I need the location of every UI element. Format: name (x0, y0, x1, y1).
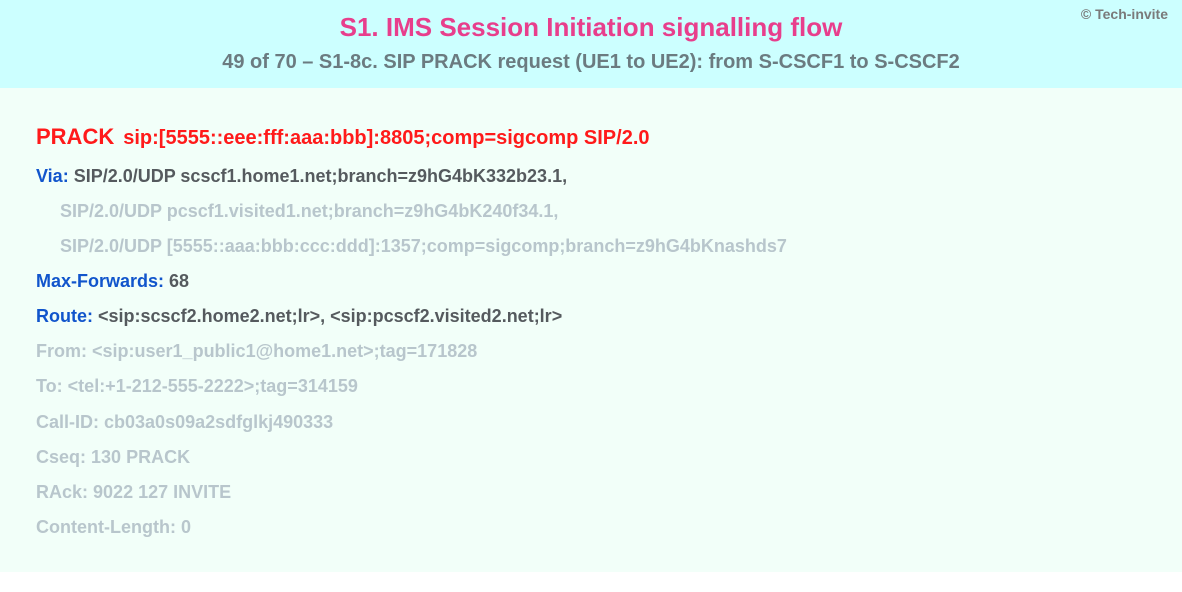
sip-method: PRACK (36, 124, 118, 149)
max-forwards-label: Max-Forwards: (36, 271, 164, 291)
route-label: Route: (36, 306, 93, 326)
page-subtitle: 49 of 70 – S1-8c. SIP PRACK request (UE1… (20, 51, 1162, 74)
via-value-1: SIP/2.0/UDP scscf1.home1.net;branch=z9hG… (74, 166, 567, 186)
content-length-line: Content-Length: 0 (36, 510, 1146, 545)
to-line: To: <tel:+1-212-555-2222>;tag=314159 (36, 369, 1146, 404)
route-line: Route: <sip:scscf2.home2.net;lr>, <sip:p… (36, 299, 1146, 334)
cseq-value: 130 PRACK (91, 447, 190, 467)
copyright-text: © Tech-invite (1081, 6, 1168, 22)
via-value-2: SIP/2.0/UDP pcscf1.visited1.net;branch=z… (60, 201, 558, 221)
content-length-value: 0 (181, 517, 191, 537)
from-value: <sip:user1_public1@home1.net>;tag=171828 (92, 341, 477, 361)
sip-message-body: PRACK sip:[5555::eee:fff:aaa:bbb]:8805;c… (0, 88, 1182, 572)
content-length-label: Content-Length: (36, 517, 176, 537)
request-line: PRACK sip:[5555::eee:fff:aaa:bbb]:8805;c… (36, 116, 1146, 159)
call-id-line: Call-ID: cb03a0s09a2sdfglkj490333 (36, 405, 1146, 440)
cseq-label: Cseq: (36, 447, 86, 467)
to-value: <tel:+1-212-555-2222>;tag=314159 (68, 376, 358, 396)
call-id-label: Call-ID: (36, 412, 99, 432)
route-value: <sip:scscf2.home2.net;lr>, <sip:pcscf2.v… (98, 306, 562, 326)
via-line-2: SIP/2.0/UDP pcscf1.visited1.net;branch=z… (36, 194, 1146, 229)
call-id-value: cb03a0s09a2sdfglkj490333 (104, 412, 333, 432)
to-label: To: (36, 376, 63, 396)
rack-value: 9022 127 INVITE (93, 482, 231, 502)
via-line-3: SIP/2.0/UDP [5555::aaa:bbb:ccc:ddd]:1357… (36, 229, 1146, 264)
from-label: From: (36, 341, 87, 361)
from-line: From: <sip:user1_public1@home1.net>;tag=… (36, 334, 1146, 369)
rack-line: RAck: 9022 127 INVITE (36, 475, 1146, 510)
page-title: S1. IMS Session Initiation signalling fl… (20, 12, 1162, 43)
page-header: © Tech-invite S1. IMS Session Initiation… (0, 0, 1182, 88)
max-forwards-line: Max-Forwards: 68 (36, 264, 1146, 299)
cseq-line: Cseq: 130 PRACK (36, 440, 1146, 475)
request-uri: sip:[5555::eee:fff:aaa:bbb]:8805;comp=si… (123, 127, 649, 149)
max-forwards-value: 68 (169, 271, 189, 291)
rack-label: RAck: (36, 482, 88, 502)
via-line-1: Via: SIP/2.0/UDP scscf1.home1.net;branch… (36, 159, 1146, 194)
via-header-label: Via: (36, 166, 69, 186)
via-value-3: SIP/2.0/UDP [5555::aaa:bbb:ccc:ddd]:1357… (60, 236, 787, 256)
